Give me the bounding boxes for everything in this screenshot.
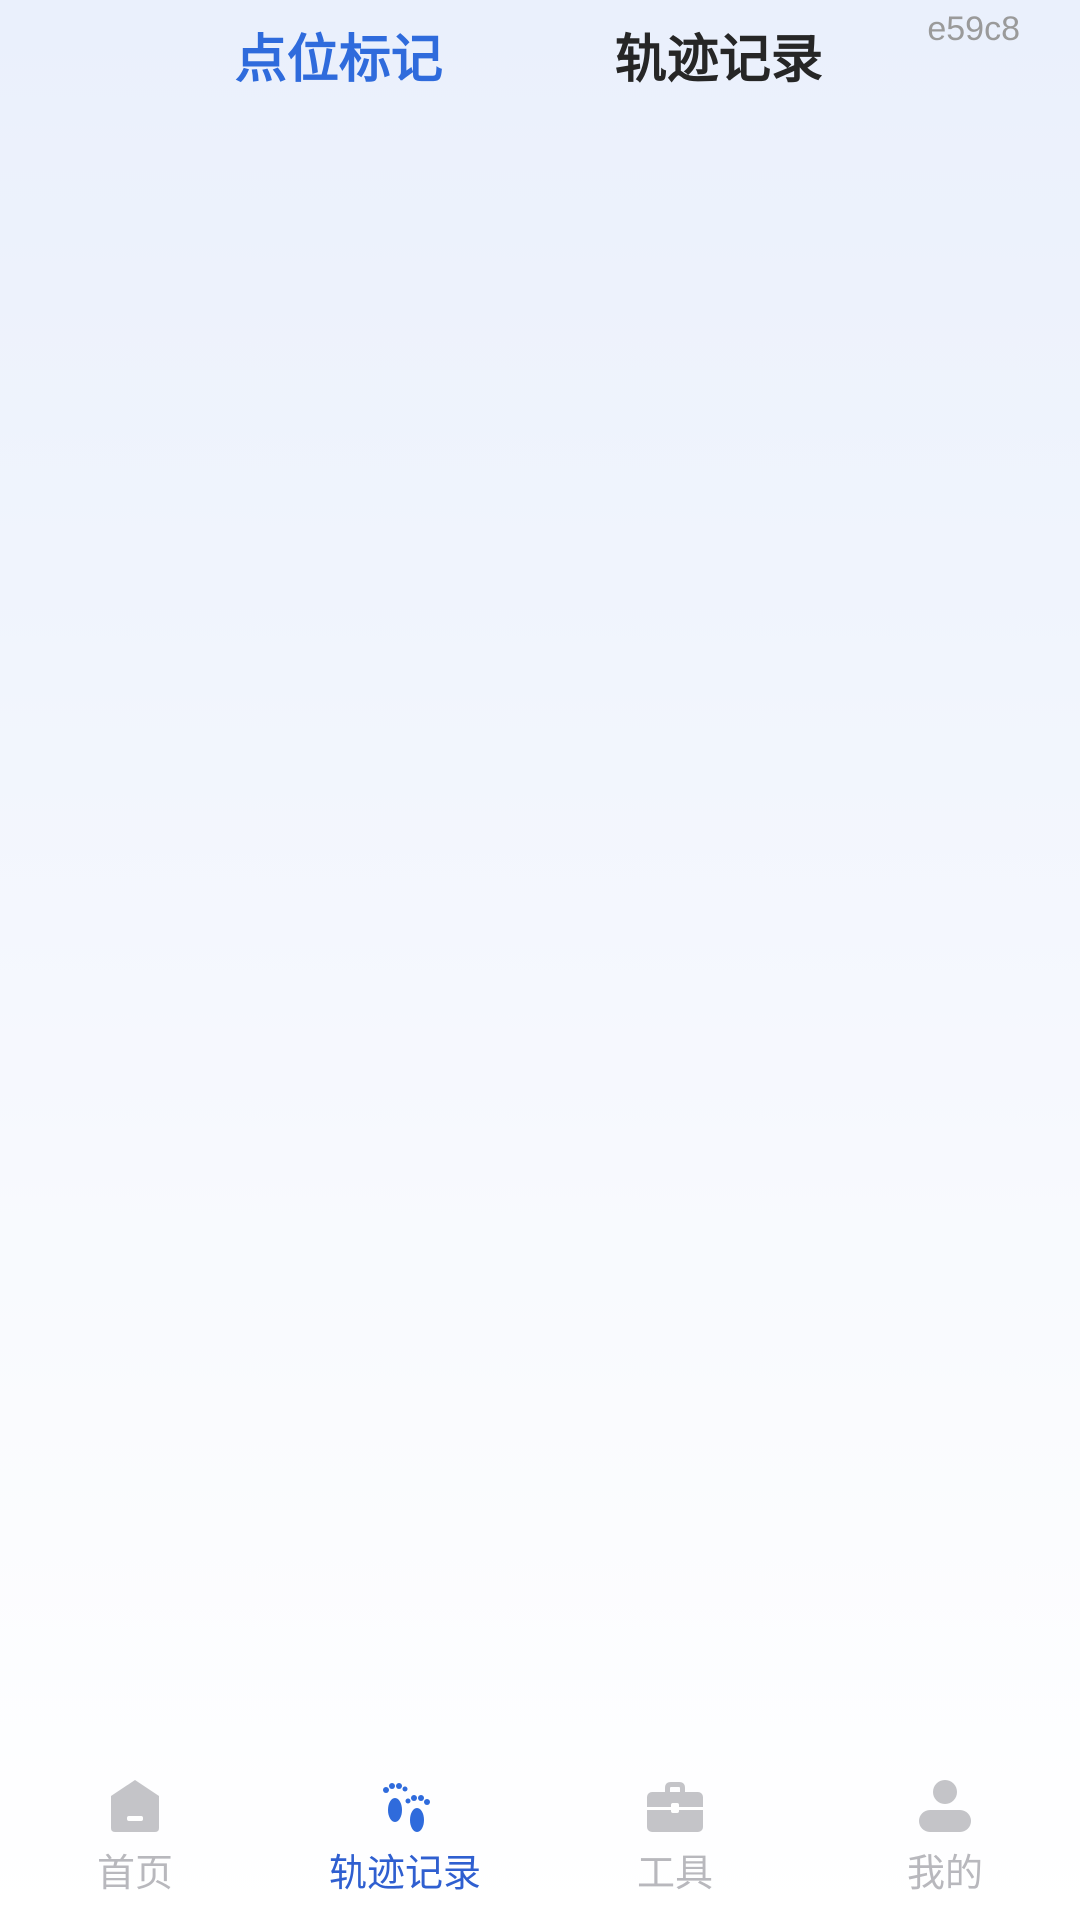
tab-track-records[interactable]: 轨迹记录 — [615, 24, 823, 96]
home-icon — [111, 1780, 159, 1832]
nav-label-home: 首页 — [96, 1851, 173, 1895]
nav-item-mine[interactable]: 我的 — [810, 1750, 1080, 1920]
nav-label-tools: 工具 — [636, 1851, 713, 1895]
bottom-nav: 首页 轨迹记录 工具 我的 — [0, 1750, 1080, 1920]
corner-code: e59c8 — [927, 10, 1020, 48]
top-tab-bar: 点位标记 轨迹记录 — [0, 0, 1080, 130]
toolbox-icon — [647, 1782, 703, 1832]
nav-label-tracks: 轨迹记录 — [328, 1851, 481, 1895]
person-icon — [919, 1780, 971, 1832]
tab-point-markers[interactable]: 点位标记 — [235, 24, 443, 96]
nav-item-home[interactable]: 首页 — [0, 1750, 270, 1920]
nav-item-tracks[interactable]: 轨迹记录 — [270, 1750, 540, 1920]
footprints-icon — [383, 1783, 430, 1832]
nav-label-mine: 我的 — [906, 1851, 983, 1895]
nav-item-tools[interactable]: 工具 — [540, 1750, 810, 1920]
